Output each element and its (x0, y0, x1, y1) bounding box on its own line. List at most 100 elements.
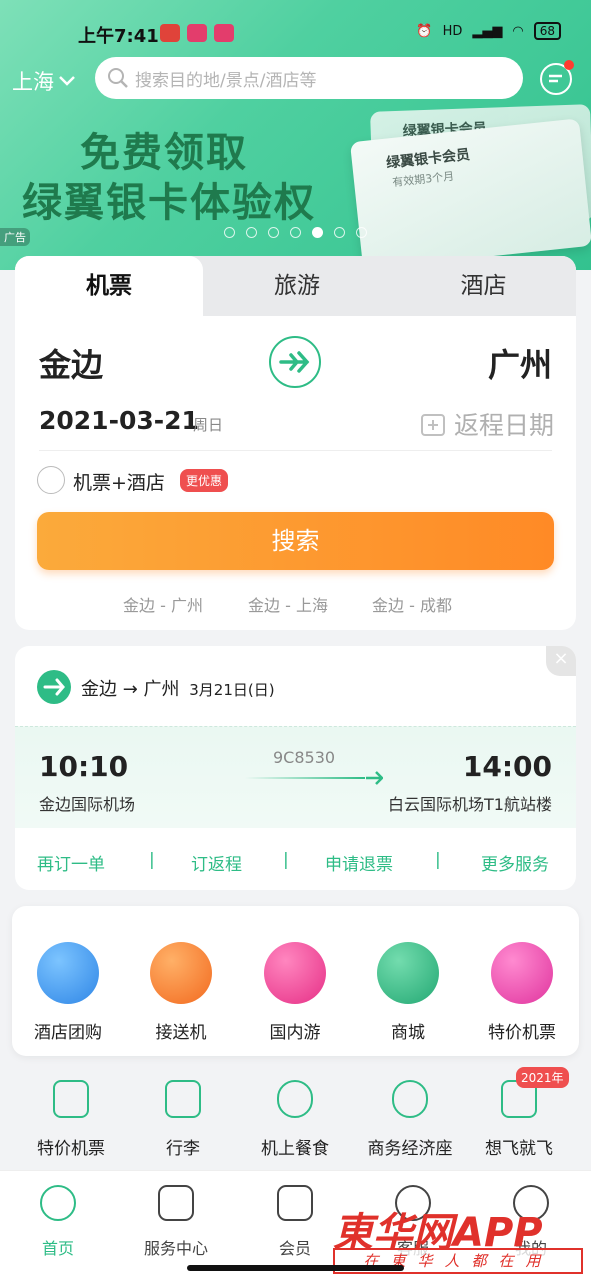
mini-service-label: 特价机票 (37, 1139, 105, 1159)
service-hotel-group[interactable]: 酒店团购 (18, 942, 118, 1043)
search-input[interactable]: 搜索目的地/景点/酒店等 (95, 57, 523, 99)
service-label: 特价机票 (488, 1023, 556, 1043)
nav-label: 首页 (41, 1239, 74, 1258)
nav-label: 会员 (278, 1239, 311, 1258)
carousel-dot (290, 227, 301, 238)
arrival-time: 14:00 (462, 750, 552, 783)
action-separator: | (283, 850, 289, 870)
member-icon (277, 1185, 313, 1221)
action-separator: | (435, 850, 441, 870)
service-mall[interactable]: 商城 (358, 942, 458, 1043)
swap-cities-button[interactable] (269, 336, 321, 388)
app-notification-icon (160, 24, 180, 42)
divider (39, 450, 552, 451)
discount-badge: 更优惠 (180, 469, 229, 492)
nav-home[interactable]: 首页 (8, 1185, 108, 1259)
carousel-dot (334, 227, 345, 238)
plane-icon (279, 351, 310, 373)
message-lines-icon (549, 74, 562, 83)
mini-service-meal[interactable]: 机上餐食 (240, 1080, 350, 1159)
tab-travel[interactable]: 旅游 (203, 256, 391, 316)
app-notification-icon (187, 24, 207, 42)
search-icon (108, 68, 128, 88)
plane-glyph-icon (43, 678, 65, 696)
discount-tag-icon (53, 1080, 89, 1118)
business-seat-icon (392, 1080, 428, 1118)
service-airport-transfer[interactable]: 接送机 (131, 942, 231, 1043)
carousel-dot (356, 227, 367, 238)
carousel-dot (246, 227, 257, 238)
app-notification-icon (214, 24, 234, 42)
more-services-button[interactable]: 更多服务 (481, 850, 549, 875)
tab-flights[interactable]: 机票 (15, 256, 203, 316)
nav-service-center[interactable]: 服务中心 (126, 1185, 226, 1259)
city-label: 上海 (12, 70, 54, 94)
services-panel: 酒店团购 接送机 国内游 商城 特价机票 (12, 906, 579, 1056)
chevron-down-icon (59, 76, 75, 86)
action-separator: | (149, 850, 155, 870)
trip-title: 金边 → 广州 3月21日(日) (81, 675, 275, 701)
card-title: 绿翼银卡会员 (385, 146, 471, 172)
departure-date[interactable]: 2021-03-21 (39, 406, 199, 435)
departure-city[interactable]: 金边 (39, 340, 103, 386)
mini-service-label: 商务经济座 (367, 1139, 453, 1159)
history-item[interactable]: 金边 - 上海 (248, 592, 328, 616)
return-booking-button[interactable]: 订返程 (191, 850, 242, 875)
battery-icon: 68 (533, 22, 561, 40)
new-badge: 2021年 (516, 1067, 569, 1088)
close-icon[interactable]: × (546, 646, 576, 676)
service-label: 接送机 (155, 1023, 207, 1043)
refund-button[interactable]: 申请退票 (325, 850, 393, 875)
wifi-icon: ◠ (512, 23, 524, 39)
carousel-dot-active (312, 227, 323, 238)
carousel-dot (268, 227, 279, 238)
mini-service-label: 想飞就飞 (485, 1139, 553, 1159)
history-item[interactable]: 金边 - 广州 (123, 592, 203, 616)
return-date-button[interactable]: 返程日期 (420, 406, 554, 442)
meal-icon (277, 1080, 313, 1118)
nav-member[interactable]: 会员 (245, 1185, 345, 1259)
mini-service-luggage[interactable]: 行李 (128, 1080, 238, 1159)
plane-icon (37, 670, 71, 704)
service-special-fares[interactable]: 特价机票 (472, 942, 572, 1043)
temple-icon (264, 942, 326, 1004)
trip-date: 3月21日(日) (189, 681, 275, 699)
history-item[interactable]: 金边 - 成都 (372, 592, 452, 616)
combo-checkbox[interactable] (37, 466, 65, 494)
mini-service-special-fares[interactable]: 特价机票 (16, 1080, 126, 1159)
service-label: 酒店团购 (34, 1023, 102, 1043)
mini-service-fly-pass[interactable]: 想飞就飞 (464, 1080, 574, 1159)
ad-label: 广告 (0, 228, 30, 246)
mini-service-label: 机上餐食 (261, 1139, 329, 1159)
service-domestic-tour[interactable]: 国内游 (245, 942, 345, 1043)
calendar-add-icon (420, 414, 445, 436)
status-time: 上午7:41 (78, 26, 159, 47)
upcoming-trip-card[interactable]: 金边 → 广州 3月21日(日) × 10:10 14:00 9C8530 金边… (15, 646, 576, 890)
ticket-icon (491, 942, 553, 1004)
return-date-label: 返程日期 (453, 411, 554, 440)
home-indicator[interactable] (187, 1265, 404, 1271)
arrival-city[interactable]: 广州 (488, 340, 552, 386)
search-button[interactable]: 搜索 (37, 512, 554, 570)
mini-service-business-seat[interactable]: 商务经济座 (352, 1080, 468, 1159)
unread-dot (564, 60, 574, 70)
nav-label: 服务中心 (143, 1239, 208, 1258)
booking-card: 机票 旅游 酒店 金边 广州 2021-03-21 周日 返程日期 机票+酒店 … (15, 256, 576, 630)
departure-weekday: 周日 (193, 416, 224, 434)
booking-tabs: 机票 旅游 酒店 (15, 256, 576, 316)
service-center-icon (158, 1185, 194, 1221)
combo-label[interactable]: 机票+酒店 (73, 468, 165, 495)
city-selector[interactable]: 上海 (12, 66, 76, 96)
tab-hotel[interactable]: 酒店 (391, 256, 576, 316)
search-placeholder: 搜索目的地/景点/酒店等 (135, 70, 317, 91)
carousel-dots (224, 227, 367, 238)
flight-number: 9C8530 (273, 748, 336, 767)
carousel-dot (224, 227, 235, 238)
member-card-front: 绿翼银卡会员 有效期3个月 (349, 118, 591, 270)
departure-airport: 金边国际机场 (39, 795, 136, 814)
rebook-button[interactable]: 再订一单 (37, 850, 105, 875)
signal-bars-icon: ▂▄▆ (472, 23, 503, 39)
status-bar: 上午7:41 ⏰ HD ▂▄▆ ◠ 68 (0, 0, 591, 50)
top-banner[interactable]: 上午7:41 ⏰ HD ▂▄▆ ◠ 68 上海 搜索目的地/景点/酒店等 免费领… (0, 0, 591, 270)
service-label: 商城 (391, 1023, 425, 1043)
